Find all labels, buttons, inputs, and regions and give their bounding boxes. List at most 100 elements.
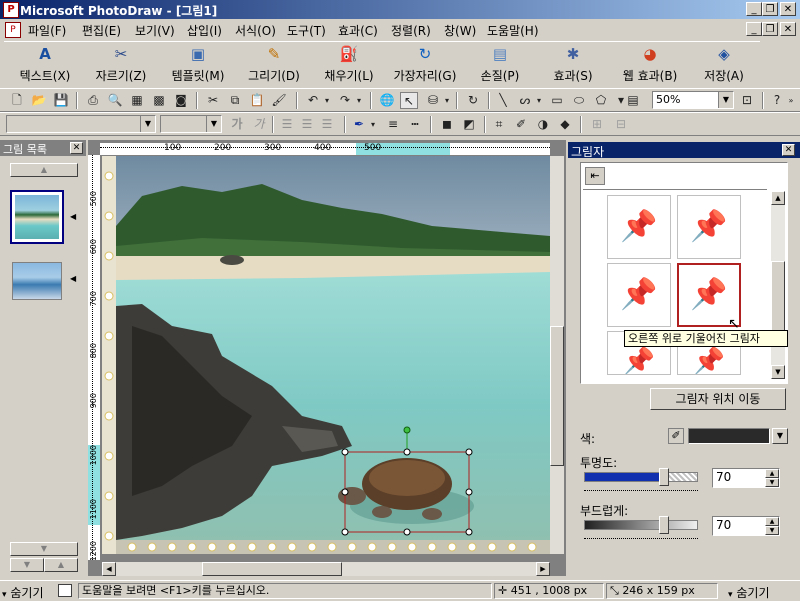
panel-toggle-icon[interactable] xyxy=(58,584,72,597)
beach-photo[interactable] xyxy=(102,156,550,554)
group-icon[interactable]: ⊞ xyxy=(588,116,606,133)
doc-restore-button[interactable]: ❐ xyxy=(762,22,778,36)
opacity-slider-track[interactable] xyxy=(584,472,698,482)
spin-up-icon[interactable]: ▲ xyxy=(765,469,779,478)
spin-down-icon[interactable]: ▼ xyxy=(765,478,779,487)
move-shadow-button[interactable]: 그림자 위치 이동 xyxy=(650,388,786,410)
pointer-icon[interactable]: ↖ xyxy=(400,92,418,109)
spin-down-icon[interactable]: ▼ xyxy=(765,526,779,535)
shadow-option-back[interactable]: 📌 xyxy=(607,195,671,259)
italic-icon[interactable]: 가 xyxy=(250,116,268,133)
edges-button[interactable]: ↻ 가장자리(G) xyxy=(386,44,464,84)
vertical-scrollbar[interactable] xyxy=(550,156,564,554)
effects-button[interactable]: ✱ 효과(S) xyxy=(540,44,606,84)
digital-camera-icon[interactable]: ◙ xyxy=(172,92,190,109)
align-center-icon[interactable]: ☰ xyxy=(298,116,316,133)
horizontal-scroll-thumb[interactable] xyxy=(202,562,342,576)
web-effects-button[interactable]: ◕ 웹 효과(B) xyxy=(612,44,688,84)
vertical-scroll-thumb[interactable] xyxy=(550,326,564,466)
thumbnail-1-arrow-icon[interactable]: ◀ xyxy=(70,212,76,221)
thumbnail-1[interactable] xyxy=(10,190,64,244)
line-style-icon[interactable]: ≡ xyxy=(384,116,402,133)
scroll-down-button[interactable]: ▼ xyxy=(10,542,78,556)
resize-handle[interactable] xyxy=(341,488,349,496)
softness-slider-track[interactable] xyxy=(584,520,698,530)
paste-icon[interactable]: 📋 xyxy=(248,92,266,109)
close-button[interactable]: ✕ xyxy=(780,2,796,16)
open-icon[interactable]: 📂 xyxy=(30,92,48,109)
fill-bucket-icon[interactable]: ⛁ xyxy=(424,92,442,109)
line-tool-icon[interactable]: ╲ xyxy=(494,92,512,109)
draw-button[interactable]: ✎ 그리기(D) xyxy=(240,44,308,84)
chevron-down-icon[interactable]: ▼ xyxy=(140,116,155,132)
gallery-back-icon[interactable]: ⇤ xyxy=(585,167,605,185)
print-icon[interactable]: ⎙ xyxy=(84,92,102,109)
3d-icon[interactable]: ◩ xyxy=(460,116,478,133)
resize-handle[interactable] xyxy=(403,448,411,456)
text-button[interactable]: A 텍스트(X) xyxy=(12,44,78,84)
photodraw-app-icon[interactable]: P xyxy=(3,2,19,18)
more-icon[interactable]: » xyxy=(786,92,796,109)
shadow-option-up-left[interactable]: 📌 xyxy=(607,263,671,327)
undo-icon[interactable]: ↶ xyxy=(304,92,322,109)
doc-close-button[interactable]: ✕ xyxy=(780,22,796,36)
rectangle-tool-icon[interactable]: ▭ xyxy=(548,92,566,109)
menu-edit[interactable]: 편집(E) xyxy=(82,22,121,39)
resize-handle[interactable] xyxy=(403,528,411,536)
menu-arrange[interactable]: 정렬(R) xyxy=(391,22,431,39)
spin-up-icon[interactable]: ▲ xyxy=(765,517,779,526)
align-right-icon[interactable]: ☰ xyxy=(318,116,336,133)
globe-icon[interactable]: 🌐 xyxy=(378,92,396,109)
redo-dropdown-icon[interactable]: ▾ xyxy=(354,92,364,109)
save-button[interactable]: ◈ 저장(A) xyxy=(692,44,756,84)
horizontal-scrollbar[interactable]: ◀ ▶ xyxy=(102,562,550,576)
crop-button[interactable]: ✂ 자르기(Z) xyxy=(86,44,156,84)
line-color-dropdown-icon[interactable]: ▾ xyxy=(368,116,378,133)
template-button[interactable]: ▣ 템플릿(M) xyxy=(162,44,234,84)
menu-file[interactable]: 파일(F) xyxy=(28,22,66,39)
color-shapes-icon[interactable]: ◆ xyxy=(556,116,574,133)
font-size-combo[interactable]: ▼ xyxy=(160,115,222,133)
ellipse-tool-icon[interactable]: ⬭ xyxy=(570,92,588,109)
print-preview-icon[interactable]: 🔍 xyxy=(106,92,124,109)
curve-tool-icon[interactable]: ᔕ xyxy=(516,92,534,109)
close-icon[interactable]: ✕ xyxy=(782,144,795,156)
opacity-slider-thumb[interactable] xyxy=(658,468,669,486)
thumbnail-2-arrow-icon[interactable]: ◀ xyxy=(70,274,76,283)
text-frame-icon[interactable]: ▤ xyxy=(624,92,642,109)
menu-help[interactable]: 도움말(H) xyxy=(487,22,539,39)
camera-icon[interactable]: ▩ xyxy=(150,92,168,109)
fill-dropdown-icon[interactable]: ▾ xyxy=(442,92,452,109)
hide-right-button[interactable]: ▾ 숨기기 xyxy=(728,584,769,601)
zoom-magnifier-icon[interactable]: ⊡ xyxy=(738,92,756,109)
scroll-right-icon[interactable]: ▶ xyxy=(536,562,550,576)
opacity-spinner[interactable]: 70 ▲ ▼ xyxy=(712,468,780,488)
scan-icon[interactable]: ▦ xyxy=(128,92,146,109)
shadow-icon[interactable]: ◼ xyxy=(438,116,456,133)
help-icon[interactable]: ? xyxy=(768,92,786,109)
softness-spinner[interactable]: 70 ▲ ▼ xyxy=(712,516,780,536)
resize-handle[interactable] xyxy=(341,448,349,456)
format-painter-icon[interactable]: 🖌 xyxy=(270,92,288,109)
scroll-up-icon[interactable]: ▲ xyxy=(771,191,785,205)
fill-button[interactable]: ⛽ 채우기(L) xyxy=(314,44,384,84)
eyedropper-icon[interactable]: ✐ xyxy=(512,116,530,133)
thumbnail-2[interactable] xyxy=(12,262,62,300)
save-disk-icon[interactable]: 💾 xyxy=(52,92,70,109)
menu-view[interactable]: 보기(V) xyxy=(135,22,175,39)
rotate-handle[interactable] xyxy=(403,426,411,434)
cut-icon[interactable]: ✂ xyxy=(204,92,222,109)
minimize-button[interactable]: _ xyxy=(746,2,762,16)
title-bar[interactable]: P Microsoft PhotoDraw - [그림1] _ ❐ ✕ xyxy=(0,0,800,19)
doc-minimize-button[interactable]: _ xyxy=(746,22,762,36)
chevron-down-icon[interactable]: ▼ xyxy=(772,428,788,444)
shape-tool-icon[interactable]: ⬠ xyxy=(592,92,610,109)
new-icon[interactable]: 🗋 xyxy=(8,92,26,109)
gallery-scroll-thumb[interactable] xyxy=(771,261,785,341)
close-icon[interactable]: ✕ xyxy=(70,142,83,154)
resize-handle[interactable] xyxy=(465,488,473,496)
dash-style-icon[interactable]: ┅ xyxy=(406,116,424,133)
softness-slider-thumb[interactable] xyxy=(658,516,669,534)
menu-insert[interactable]: 삽입(I) xyxy=(187,22,222,39)
chevron-down-icon[interactable]: ▼ xyxy=(718,92,733,108)
